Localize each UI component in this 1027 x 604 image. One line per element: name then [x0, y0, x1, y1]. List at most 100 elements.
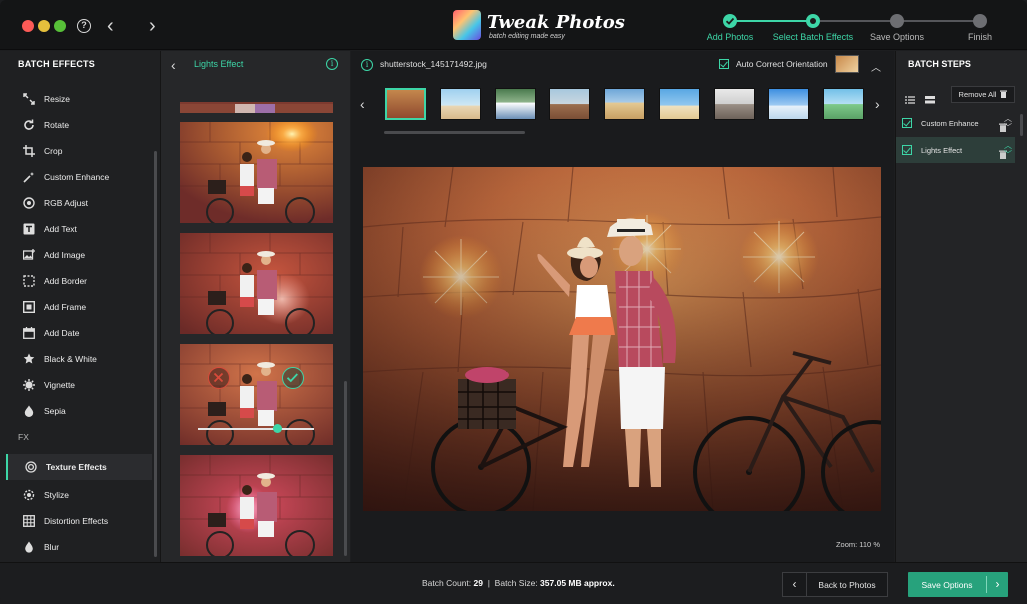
blur-icon [22, 540, 36, 554]
strip-next-icon[interactable]: › [875, 96, 880, 112]
sidebar-item-add-image[interactable]: Add Image [6, 242, 152, 268]
sidebar-scrollbar[interactable] [154, 151, 157, 557]
app-title: Tweak Photos [487, 12, 625, 33]
bw-icon [22, 352, 36, 366]
sidebar-item-custom-enhance[interactable]: Custom Enhance [6, 164, 152, 190]
steps-scrollbar[interactable] [1020, 114, 1023, 136]
preset-thumbnail[interactable] [180, 455, 333, 556]
stylize-icon [22, 488, 36, 502]
vignette-icon [22, 378, 36, 392]
auto-orient-toggle[interactable]: Auto Correct Orientation [719, 59, 828, 69]
sidebar-item-blur[interactable]: Blur [6, 534, 152, 560]
texture-icon [24, 460, 38, 474]
checkbox-icon[interactable] [719, 59, 729, 69]
presets-header: ‹ Lights Effect i [161, 51, 351, 79]
intensity-slider-track[interactable] [198, 428, 314, 430]
move-step-arrows-icon[interactable]: ︿ ﹀ [1004, 141, 1012, 159]
stepper-line-done [736, 20, 814, 22]
sidebar-item-label: Rotate [44, 120, 70, 130]
file-info-icon[interactable]: i [361, 59, 373, 71]
strip-prev-icon[interactable]: ‹ [360, 96, 365, 112]
sidebar-item-rgb-adjust[interactable]: RGB Adjust [6, 190, 152, 216]
reject-preset-icon[interactable] [208, 367, 230, 389]
auto-orient-label: Auto Correct Orientation [736, 59, 828, 69]
preset-thumbnail[interactable] [180, 122, 333, 223]
app-subtitle: batch editing made easy [489, 33, 565, 40]
sidebar-item-label: Crop [44, 146, 63, 156]
strip-scrollbar[interactable] [384, 131, 525, 134]
preset-thumbnail[interactable] [180, 102, 333, 113]
intensity-slider-handle[interactable] [272, 424, 282, 433]
batch-steps-title: BATCH STEPS [908, 59, 971, 69]
window-maximize-button[interactable] [54, 20, 66, 32]
presets-scrollbar[interactable] [344, 381, 347, 556]
trash-icon [1000, 90, 1008, 100]
remove-all-button[interactable]: Remove All [951, 86, 1015, 103]
batch-count-value: 29 [473, 578, 483, 588]
save-options-button[interactable]: Save Options › [908, 572, 1008, 597]
sidebar-title: BATCH EFFECTS [18, 59, 95, 69]
batch-effects-sidebar: BATCH EFFECTS Resize Rotate Crop Custom … [0, 51, 160, 562]
sidebar-item-add-date[interactable]: Add Date [6, 320, 152, 346]
strip-thumbnail[interactable] [440, 88, 481, 120]
window-close-button[interactable] [22, 20, 34, 32]
sidebar-item-rotate[interactable]: Rotate [6, 112, 152, 138]
sidebar-item-texture-effects[interactable]: Texture Effects [6, 454, 152, 480]
info-icon[interactable]: i [326, 58, 338, 70]
frame-icon [22, 300, 36, 314]
step-finish-dot-icon [973, 14, 987, 28]
sidebar-item-label: Custom Enhance [44, 172, 110, 182]
checkbox-icon[interactable] [902, 145, 912, 155]
help-icon[interactable]: ? [77, 19, 91, 33]
sidebar-item-label: Blur [44, 542, 60, 552]
batch-info: Batch Count: 29 | Batch Size: 357.05 MB … [422, 578, 615, 588]
accept-preset-icon[interactable] [282, 367, 304, 389]
compact-view-icon[interactable] [925, 91, 935, 104]
enhance-icon [22, 170, 36, 184]
crop-icon [22, 144, 36, 158]
border-icon [22, 274, 36, 288]
step-add-photos-check-icon[interactable] [723, 14, 737, 28]
strip-thumbnail[interactable] [823, 88, 864, 120]
sidebar-item-sepia[interactable]: Sepia [6, 398, 152, 424]
orientation-preview-thumbnail [835, 55, 859, 73]
back-to-photos-button[interactable]: ‹ Back to Photos [782, 572, 888, 597]
move-step-arrows-icon[interactable]: ︿ ﹀ [1004, 114, 1012, 132]
batch-step-custom-enhance[interactable]: Custom Enhance [896, 110, 1015, 136]
sidebar-item-crop[interactable]: Crop [6, 138, 152, 164]
strip-thumbnail[interactable] [604, 88, 645, 120]
checkbox-icon[interactable] [902, 118, 912, 128]
strip-thumbnail[interactable] [495, 88, 536, 120]
rotate-icon [22, 118, 36, 132]
strip-thumbnail[interactable] [768, 88, 809, 120]
strip-thumbnail[interactable] [659, 88, 700, 120]
photo-preview[interactable] [363, 167, 881, 511]
back-nav-icon[interactable]: ‹ [107, 16, 114, 36]
sidebar-item-stylize[interactable]: Stylize [6, 482, 152, 508]
sidebar-item-distortion-effects[interactable]: Distortion Effects [6, 508, 152, 534]
main-preview-area: i shutterstock_145171492.jpg Auto Correc… [351, 51, 894, 562]
sidebar-item-add-border[interactable]: Add Border [6, 268, 152, 294]
sepia-icon [22, 404, 36, 418]
strip-thumbnail-selected[interactable] [385, 88, 426, 120]
step-current-dot-icon[interactable] [806, 14, 820, 28]
batch-steps-panel: BATCH STEPS Remove All Custom Enhance ︿ ﹀… [895, 51, 1027, 562]
preset-thumbnail[interactable] [180, 233, 333, 334]
strip-thumbnail[interactable] [549, 88, 590, 120]
app-logo-icon [453, 10, 481, 40]
collapse-strip-icon[interactable]: ︿ [871, 59, 881, 74]
list-view-icon[interactable] [905, 91, 915, 104]
sidebar-item-vignette[interactable]: Vignette [6, 372, 152, 398]
presets-back-icon[interactable]: ‹ [171, 57, 176, 73]
effect-presets-panel: ‹ Lights Effect i [160, 51, 350, 562]
sidebar-item-resize[interactable]: Resize [6, 86, 152, 112]
strip-thumbnail[interactable] [714, 88, 755, 120]
sidebar-item-add-text[interactable]: Add Text [6, 216, 152, 242]
batch-step-lights-effect[interactable]: Lights Effect [896, 137, 1015, 163]
sidebar-item-add-frame[interactable]: Add Frame [6, 294, 152, 320]
preset-thumbnail-selected[interactable] [180, 344, 333, 445]
batch-step-label: Lights Effect [921, 145, 963, 155]
sidebar-item-black-white[interactable]: Black & White [6, 346, 152, 372]
window-minimize-button[interactable] [38, 20, 50, 32]
forward-nav-icon[interactable]: › [149, 16, 156, 36]
